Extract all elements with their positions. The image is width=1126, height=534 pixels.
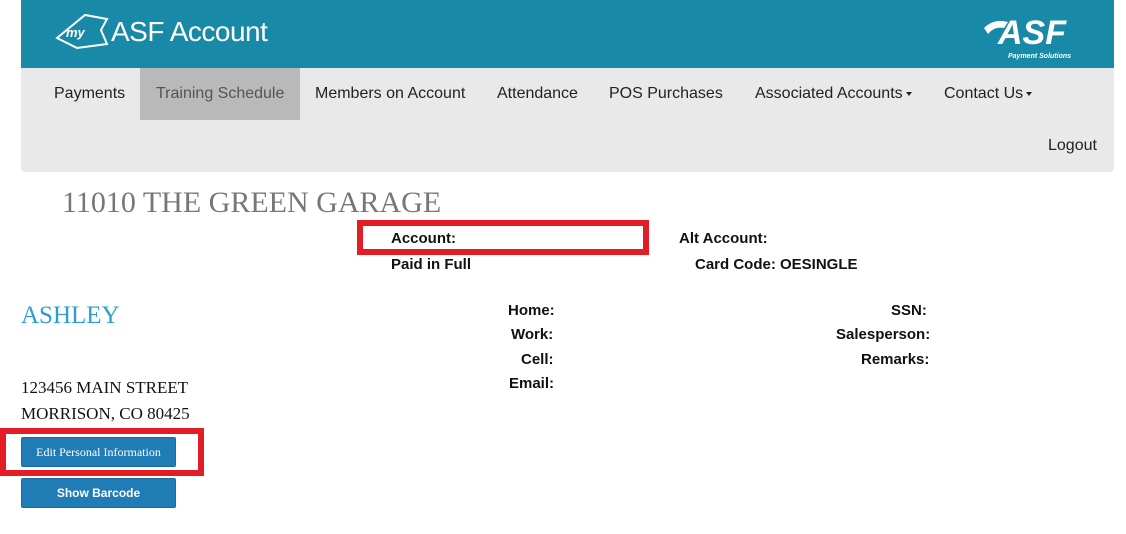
nav-members-on-account[interactable]: Members on Account: [315, 68, 465, 120]
salesperson-label: Salesperson:: [836, 326, 931, 343]
my-asf-logo-icon: my: [55, 13, 109, 50]
brand[interactable]: my ASF Account: [55, 12, 268, 52]
account-label: Account:: [391, 230, 456, 247]
asf-payment-solutions-logo-icon: ASF Payment Solutions: [984, 14, 1071, 60]
card-code: Card Code: OESINGLE: [695, 256, 858, 273]
nav-pos-purchases[interactable]: POS Purchases: [609, 68, 723, 120]
organization-name: 11010 THE GREEN GARAGE: [62, 186, 442, 219]
caret-down-icon: [905, 91, 912, 96]
alt-account-label: Alt Account:: [679, 230, 768, 247]
remarks-label: Remarks:: [861, 351, 930, 368]
nav-payments[interactable]: Payments: [54, 68, 125, 120]
edit-personal-information-button[interactable]: Edit Personal Information: [21, 437, 176, 467]
nav-contact-us[interactable]: Contact Us: [944, 68, 1033, 120]
logout-link[interactable]: Logout: [1048, 120, 1097, 172]
home-phone-label: Home:: [508, 302, 555, 319]
main-nav: Payments Training Schedule Members on Ac…: [21, 68, 1114, 172]
svg-text:Payment Solutions: Payment Solutions: [1008, 53, 1071, 60]
nav-associated-accounts[interactable]: Associated Accounts: [755, 68, 912, 120]
address-line-1: 123456 MAIN STREET: [21, 378, 189, 397]
nav-training-schedule[interactable]: Training Schedule: [140, 68, 301, 120]
member-name: ASHLEY: [21, 302, 120, 329]
payment-status: Paid in Full: [391, 256, 472, 273]
email-label: Email:: [509, 375, 555, 392]
svg-text:ASF: ASF: [997, 14, 1067, 52]
caret-down-icon: [1026, 91, 1033, 96]
app-title: ASF Account: [111, 16, 268, 47]
work-phone-label: Work:: [511, 326, 554, 343]
show-barcode-button[interactable]: Show Barcode: [21, 478, 176, 508]
cell-phone-label: Cell:: [521, 351, 554, 368]
app-header: my ASF Account ASF Payment Solutions: [21, 0, 1114, 68]
address-line-2: MORRISON, CO 80425: [21, 404, 190, 423]
ssn-label: SSN:: [891, 302, 927, 319]
nav-attendance[interactable]: Attendance: [497, 68, 578, 120]
svg-text:my: my: [66, 25, 86, 40]
